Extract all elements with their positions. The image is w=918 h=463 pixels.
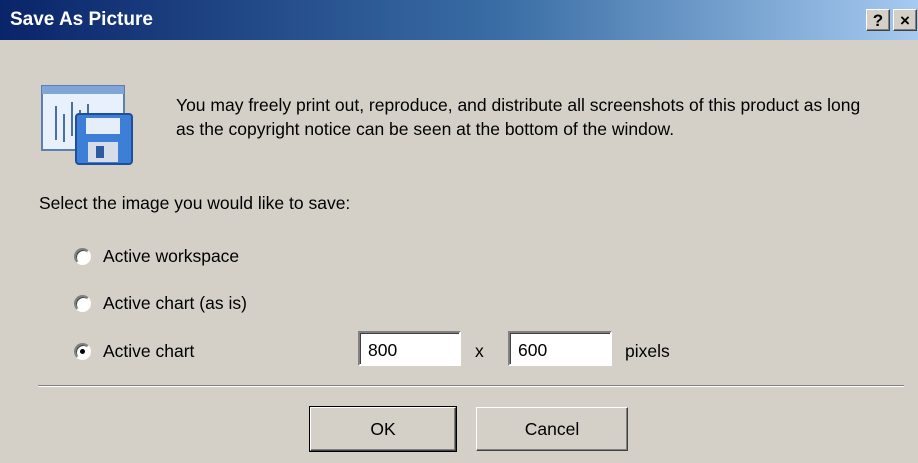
close-button[interactable]: × [893,9,917,31]
dialog-title: Save As Picture [10,9,153,30]
radio-button[interactable] [74,294,91,312]
title-bar[interactable]: Save As Picture ? × [0,0,918,40]
option-label: Active chart [103,340,195,361]
option-active-chart[interactable]: Active chart [74,339,194,363]
save-as-picture-dialog: Save As Picture ? × You may freely print… [0,0,918,463]
cancel-button[interactable]: Cancel [476,407,628,451]
height-input[interactable]: 600 [508,331,612,366]
option-active-workspace[interactable]: Active workspace [74,244,239,268]
times-separator: x [475,341,484,361]
radio-button-selected[interactable] [74,342,91,360]
option-label: Active workspace [103,245,240,266]
radio-button[interactable] [74,247,91,265]
divider [38,385,904,387]
select-image-label: Select the image you would like to save: [39,193,351,213]
copyright-message: You may freely print out, reproduce, and… [176,95,861,139]
option-active-chart-as-is[interactable]: Active chart (as is) [74,291,247,315]
ok-button[interactable]: OK [309,406,457,452]
pixels-unit-label: pixels [625,341,670,361]
option-label: Active chart (as is) [103,292,247,313]
help-button[interactable]: ? [866,9,890,31]
width-input[interactable]: 800 [358,331,461,366]
save-picture-icon [41,85,133,165]
